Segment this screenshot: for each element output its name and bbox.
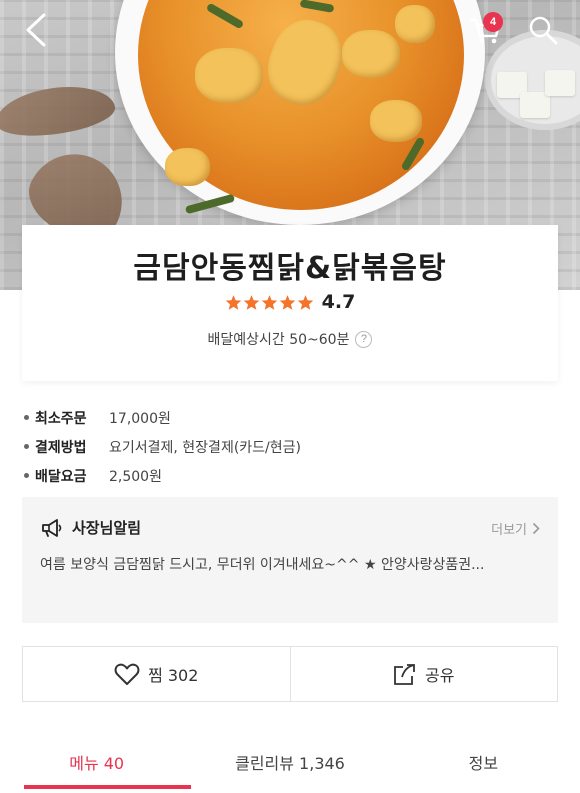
notice-text: 여름 보양식 금담찜닭 드시고, 무더위 이겨내세요~^^ ★ 안양사랑상품권.… (40, 557, 485, 573)
share-icon (394, 663, 415, 685)
store-details: 최소주문 17,000원 결제방법 요기서결제, 현장결제(카드/현금) 배달요… (24, 403, 301, 490)
help-icon[interactable]: ? (355, 330, 373, 348)
notice-header: 사장님알림 (40, 517, 141, 538)
tab-info[interactable]: 정보 (387, 730, 580, 793)
tab-clean-review[interactable]: 클린리뷰 1,346 (193, 730, 386, 793)
store-name: 금담안동찜닭&닭볶음탕 (133, 251, 447, 286)
detail-value: 2,500원 (109, 468, 162, 485)
potato-piece (165, 148, 210, 186)
favorite-label: 찜 302 (148, 666, 199, 685)
detail-delivery-fee: 배달요금 2,500원 (24, 461, 301, 490)
delivery-eta: 배달예상시간 50~60분 ? (22, 329, 558, 349)
detail-payment-method: 결제방법 요기서결제, 현장결제(카드/현금) (24, 432, 301, 461)
notice-more-label: 더보기 (491, 523, 527, 538)
heart-icon (114, 663, 140, 685)
back-icon[interactable] (18, 12, 54, 48)
tab-menu[interactable]: 메뉴 40 (0, 730, 193, 793)
megaphone-icon (42, 518, 62, 537)
rating-stars (225, 294, 314, 311)
chicken-piece (195, 48, 263, 103)
delivery-eta-text: 배달예상시간 50~60분 (207, 332, 350, 348)
favorite-button[interactable]: 찜 302 (23, 647, 290, 701)
owner-notice: 사장님알림 더보기 여름 보양식 금담찜닭 드시고, 무더위 이겨내세요~^^ … (22, 497, 558, 623)
radish-cube (520, 92, 550, 118)
potato-piece (395, 5, 435, 43)
star-icon (225, 294, 241, 310)
chevron-right-icon (532, 522, 540, 535)
detail-min-order: 최소주문 17,000원 (24, 403, 301, 432)
detail-label: 배달요금 (35, 468, 87, 485)
share-button[interactable]: 공유 (289, 647, 558, 701)
star-icon (261, 294, 277, 310)
notice-more-link[interactable]: 더보기 (491, 519, 540, 538)
action-bar: 찜 302 공유 (22, 646, 558, 702)
search-icon[interactable] (524, 12, 562, 48)
rating-row: 4.7 (22, 291, 558, 313)
detail-label: 결제방법 (35, 439, 87, 456)
potato-piece (370, 100, 422, 142)
rating-value: 4.7 (321, 291, 356, 313)
share-label: 공유 (425, 666, 455, 685)
star-icon (297, 294, 313, 310)
bullet (24, 473, 29, 478)
star-icon (243, 294, 259, 310)
radish-cube (545, 70, 575, 96)
notice-title: 사장님알림 (72, 519, 142, 537)
detail-label: 최소주문 (35, 410, 87, 427)
detail-value: 17,000원 (109, 410, 171, 427)
star-icon (279, 294, 295, 310)
bullet (24, 444, 29, 449)
store-info-card: 금담안동찜닭&닭볶음탕 4.7 배달예상시간 50~60분 ? (22, 225, 558, 381)
chicken-piece (342, 30, 400, 78)
tab-bar: 메뉴 40 클린리뷰 1,346 정보 (0, 730, 580, 793)
cart-count-badge: 4 (483, 12, 503, 32)
bullet (24, 415, 29, 420)
detail-value: 요기서결제, 현장결제(카드/현금) (109, 439, 301, 456)
